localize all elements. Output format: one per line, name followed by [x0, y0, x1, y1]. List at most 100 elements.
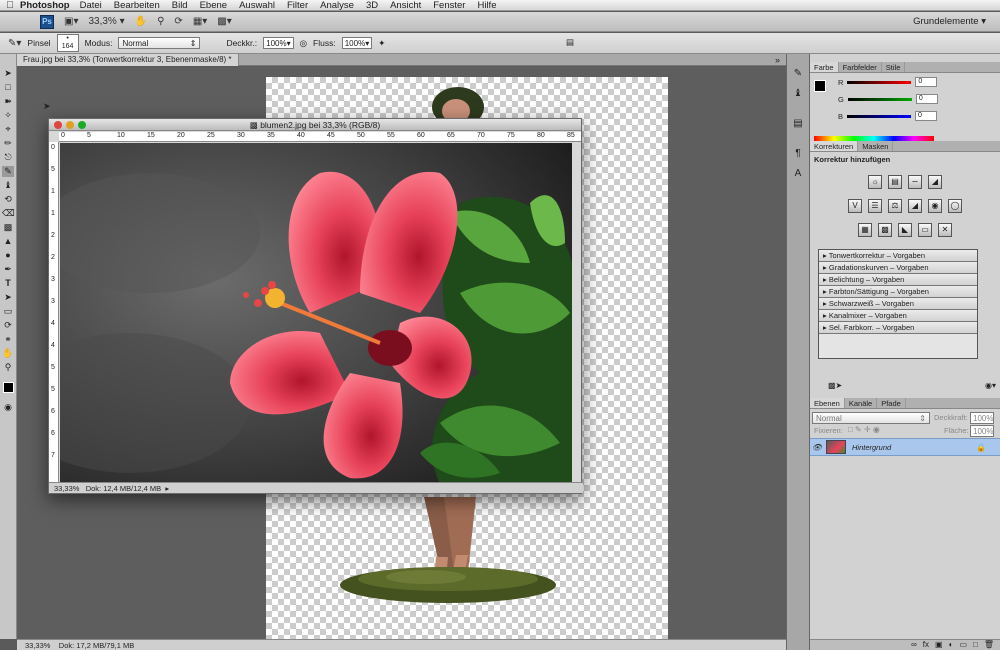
- layer-row-hintergrund[interactable]: 👁 Hintergrund 🔒: [810, 438, 1000, 456]
- clone-source-icon[interactable]: ♝: [794, 88, 803, 99]
- 3d-rotate-tool-icon[interactable]: ⟳: [2, 320, 14, 331]
- flow-field[interactable]: 100% ▾: [341, 37, 373, 49]
- brightness-contrast-icon[interactable]: ☼: [868, 175, 882, 189]
- menu-ebene[interactable]: Ebene: [200, 0, 227, 11]
- menu-3d[interactable]: 3D: [366, 0, 378, 11]
- foreground-swatch[interactable]: [814, 80, 826, 92]
- character-icon[interactable]: A: [795, 168, 802, 179]
- arrange-documents-icon[interactable]: ▦▾: [193, 16, 207, 27]
- blur-tool-icon[interactable]: ▲: [2, 236, 14, 247]
- zoom-tool-icon[interactable]: ⚲: [157, 16, 164, 27]
- preset-gradationskurven[interactable]: ▸ Gradationskurven – Vorgaben: [819, 262, 977, 274]
- threshold-icon[interactable]: ◣: [898, 223, 912, 237]
- menu-ansicht[interactable]: Ansicht: [390, 0, 421, 11]
- blue-slider[interactable]: [847, 114, 912, 118]
- red-value-field[interactable]: 0: [915, 77, 938, 87]
- preset-sel-farbkorr[interactable]: ▸ Sel. Farbkorr. – Vorgaben: [819, 322, 977, 334]
- 3d-orbit-tool-icon[interactable]: ⚭: [2, 334, 14, 345]
- blue-value-field[interactable]: 0: [915, 111, 938, 121]
- add-mask-icon[interactable]: ▣: [935, 640, 943, 650]
- clip-to-layer-icon[interactable]: ▩➤: [828, 381, 842, 390]
- menu-datei[interactable]: Datei: [80, 0, 102, 11]
- hand-tool-icon[interactable]: ✋: [2, 348, 14, 359]
- document-tab[interactable]: Frau.jpg bei 33,3% (Tonwertkorrektur 3, …: [17, 54, 239, 66]
- hand-tool-icon[interactable]: ✋: [135, 16, 147, 27]
- preset-kanalmixer[interactable]: ▸ Kanalmixer – Vorgaben: [819, 310, 977, 322]
- tab-korrekturen[interactable]: Korrekturen: [810, 141, 859, 151]
- new-group-icon[interactable]: ▭: [959, 640, 967, 650]
- layer-name[interactable]: Hintergrund: [852, 443, 891, 452]
- menu-hilfe[interactable]: Hilfe: [477, 0, 496, 11]
- preset-farbton-saettigung[interactable]: ▸ Farbton/Sättigung – Vorgaben: [819, 286, 977, 298]
- zoom-level-dropdown[interactable]: 33,3% ▾: [88, 16, 124, 27]
- healing-brush-tool-icon[interactable]: ⎋: [2, 152, 14, 163]
- tab-kanaele[interactable]: Kanäle: [845, 398, 878, 408]
- menu-filter[interactable]: Filter: [287, 0, 308, 11]
- zoom-readout[interactable]: 33,33%: [25, 641, 50, 650]
- gradient-map-icon[interactable]: ▭: [918, 223, 932, 237]
- paragraph-icon[interactable]: ¶: [795, 148, 800, 159]
- black-white-icon[interactable]: ◢: [908, 199, 922, 213]
- menu-fenster[interactable]: Fenster: [433, 0, 465, 11]
- menu-bearbeiten[interactable]: Bearbeiten: [114, 0, 160, 11]
- link-layers-icon[interactable]: ∞: [911, 640, 917, 650]
- mode-select[interactable]: Normal ⇕: [118, 37, 201, 49]
- channel-mixer-icon[interactable]: ◯: [948, 199, 962, 213]
- zoom-tool-icon[interactable]: ⚲: [2, 362, 14, 373]
- tab-overflow-icon[interactable]: »: [775, 54, 780, 66]
- menu-bild[interactable]: Bild: [172, 0, 188, 11]
- menu-auswahl[interactable]: Auswahl: [239, 0, 275, 11]
- photo-filter-icon[interactable]: ◉: [928, 199, 942, 213]
- screen-layout-icon[interactable]: ▩▾: [217, 16, 231, 27]
- lasso-tool-icon[interactable]: ➽: [2, 96, 14, 107]
- floating-zoom-readout[interactable]: 33,33%: [54, 484, 79, 493]
- fill-field[interactable]: 100%: [970, 425, 994, 437]
- hibiscus-photo[interactable]: [60, 143, 572, 484]
- gradient-tool-icon[interactable]: ▩: [2, 222, 14, 233]
- tab-farbe[interactable]: Farbe: [810, 62, 839, 72]
- selective-color-icon[interactable]: ✕: [938, 223, 952, 237]
- workspace-switcher[interactable]: Grundelemente ▾: [913, 16, 986, 27]
- layer-opacity-field[interactable]: 100%: [970, 412, 994, 424]
- vertical-ruler[interactable]: 0 5 1 1 2 2 3 3 4 4 5 5 6 6 7: [49, 142, 59, 482]
- invert-icon[interactable]: ▦: [858, 223, 872, 237]
- hue-saturation-icon[interactable]: ☰: [868, 199, 882, 213]
- marquee-tool-icon[interactable]: □: [2, 82, 14, 93]
- green-value-field[interactable]: 0: [915, 94, 938, 104]
- quick-mask-icon[interactable]: ◉: [2, 402, 14, 413]
- close-window-button[interactable]: [54, 121, 62, 129]
- posterize-icon[interactable]: ▩: [878, 223, 892, 237]
- vibrance-icon[interactable]: V: [848, 199, 862, 213]
- preset-belichtung[interactable]: ▸ Belichtung – Vorgaben: [819, 274, 977, 286]
- eraser-tool-icon[interactable]: ⌫: [2, 208, 15, 219]
- tab-pfade[interactable]: Pfade: [877, 398, 906, 408]
- preset-tonwertkorrektur[interactable]: ▸ Tonwertkorrektur – Vorgaben: [819, 250, 977, 262]
- new-layer-icon[interactable]: □: [973, 640, 978, 650]
- lock-icons[interactable]: □ ✎ ✛ ◉: [848, 425, 880, 434]
- quick-selection-tool-icon[interactable]: ✧: [2, 110, 14, 121]
- green-slider[interactable]: [847, 97, 912, 101]
- new-adjustment-layer-icon[interactable]: ◐: [949, 640, 954, 650]
- color-balance-icon[interactable]: ⚖: [888, 199, 902, 213]
- tab-farbfelder[interactable]: Farbfelder: [839, 62, 882, 72]
- brush-panel-toggle-icon[interactable]: ▤: [566, 37, 574, 48]
- move-tool-icon[interactable]: ➤: [2, 68, 14, 79]
- pressure-opacity-icon[interactable]: ◎: [300, 38, 307, 49]
- red-slider[interactable]: [847, 80, 912, 84]
- history-brush-tool-icon[interactable]: ⟲: [2, 194, 14, 205]
- tab-masken[interactable]: Masken: [858, 141, 894, 151]
- floating-document-window[interactable]: ▩ blumen2.jpg bei 33,3% (RGB/8) 0 5 10 1…: [48, 118, 583, 494]
- apple-icon[interactable]: : [0, 0, 20, 11]
- airbrush-icon[interactable]: ✦: [378, 38, 385, 49]
- tab-stile[interactable]: Stile: [882, 62, 906, 72]
- shape-tool-icon[interactable]: ▭: [2, 306, 14, 317]
- dodge-tool-icon[interactable]: ●: [2, 250, 14, 261]
- pen-tool-icon[interactable]: ✒: [2, 264, 14, 275]
- menu-app-name[interactable]: Photoshop: [20, 0, 70, 11]
- foreground-color-swatch[interactable]: [2, 382, 14, 393]
- preset-schwarzweiss[interactable]: ▸ Schwarzweiß – Vorgaben: [819, 298, 977, 310]
- visibility-eye-icon[interactable]: 👁: [810, 443, 824, 452]
- layer-style-icon[interactable]: fx: [923, 640, 929, 650]
- brush-tool-preset-icon[interactable]: ✎▾: [8, 38, 21, 49]
- tab-ebenen[interactable]: Ebenen: [810, 398, 845, 408]
